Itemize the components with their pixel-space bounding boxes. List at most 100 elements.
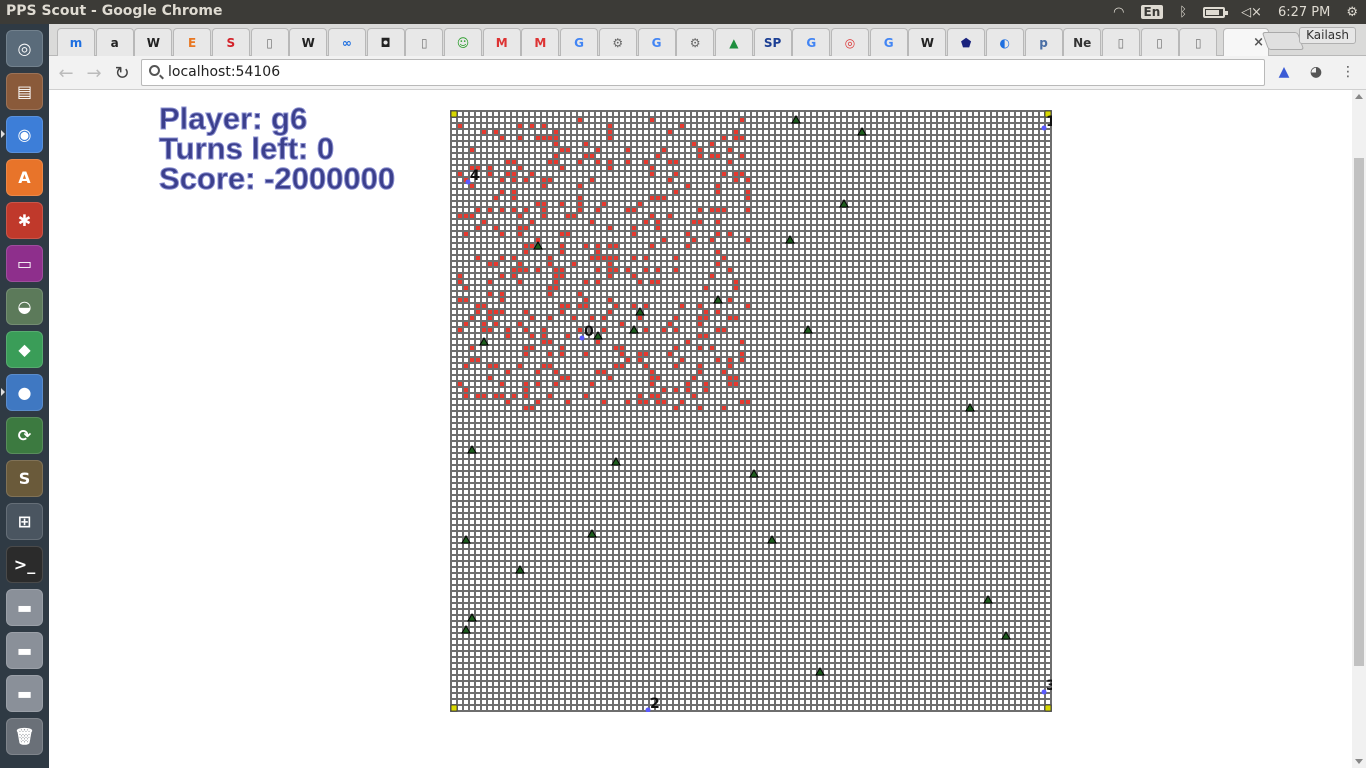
explored-cell	[644, 256, 648, 260]
explored-cell	[704, 286, 708, 290]
workspaces-icon[interactable]: ▭	[6, 245, 43, 282]
browser-tab[interactable]: Ne	[1063, 28, 1102, 56]
explored-cell	[458, 214, 462, 218]
explored-cell	[524, 226, 528, 230]
forward-arrow-icon[interactable]: →	[83, 62, 105, 84]
browser-tab[interactable]: p	[1024, 28, 1063, 56]
explored-cell	[542, 334, 546, 338]
explored-cell	[512, 190, 516, 194]
explored-cell	[740, 118, 744, 122]
chrome-icon[interactable]: ◉	[6, 116, 43, 153]
explored-cell	[488, 364, 492, 368]
browser-tab[interactable]: ▯	[1140, 28, 1179, 56]
volume-muted-icon[interactable]: ◁×	[1241, 5, 1262, 20]
profile-button[interactable]: Kailash	[1299, 27, 1356, 44]
drive-2-icon[interactable]: ▬	[6, 632, 43, 669]
browser-tab[interactable]: M	[482, 28, 521, 56]
explored-cell	[542, 124, 546, 128]
sublime-text-icon[interactable]: S	[6, 460, 43, 497]
browser-tab[interactable]: ▲	[714, 28, 753, 56]
browser-tab[interactable]: G	[869, 28, 908, 56]
drive-1-icon[interactable]: ▬	[6, 589, 43, 626]
browser-tab[interactable]: ⚙	[676, 28, 715, 56]
explored-cell	[548, 256, 552, 260]
browser-tab[interactable]: E	[173, 28, 212, 56]
bluetooth-icon[interactable]: ᛒ	[1179, 5, 1187, 20]
explored-cell	[686, 388, 690, 392]
files-icon[interactable]: ▤	[6, 73, 43, 110]
close-tab-icon[interactable]: ×	[1253, 35, 1264, 50]
chrome-menu-icon[interactable]: ⋮	[1339, 63, 1357, 81]
explored-cell	[584, 154, 588, 158]
explored-cell	[524, 178, 528, 182]
browser-tab[interactable]: G	[637, 28, 676, 56]
browser-tab[interactable]: a	[95, 28, 134, 56]
explored-cell	[704, 334, 708, 338]
terminal-icon[interactable]: >_	[6, 546, 43, 583]
address-bar[interactable]: localhost:54106	[141, 59, 1265, 86]
browser-tab[interactable]: M	[521, 28, 560, 56]
explored-cell	[680, 124, 684, 128]
explored-cell	[740, 136, 744, 140]
game-grid[interactable]: 0 1 2 3 4	[450, 110, 1052, 712]
browser-tab[interactable]: G	[560, 28, 599, 56]
extension-globe-icon[interactable]: ◕	[1307, 63, 1325, 81]
keyboard-layout-indicator[interactable]: En	[1140, 5, 1164, 19]
scroll-down-arrow-icon[interactable]	[1355, 759, 1363, 764]
browser-tab[interactable]: G	[792, 28, 831, 56]
explored-cell	[722, 256, 726, 260]
explored-cell	[482, 328, 486, 332]
explored-cell	[596, 280, 600, 284]
browser-tab[interactable]: ⬟	[947, 28, 986, 56]
browser-tab[interactable]: S	[211, 28, 250, 56]
explored-cell	[734, 286, 738, 290]
power-gear-icon[interactable]: ⚙	[1346, 5, 1358, 20]
browser-tab[interactable]: ☺	[444, 28, 482, 56]
browser-tab[interactable]: m	[57, 28, 95, 56]
dash-icon[interactable]: ◎	[6, 30, 43, 67]
browser-tab[interactable]: ▯	[1179, 28, 1218, 56]
explored-cell	[644, 220, 648, 224]
disk-usage-icon[interactable]: ◒	[6, 288, 43, 325]
drive-3-icon[interactable]: ▬	[6, 675, 43, 712]
battery-icon[interactable]	[1203, 6, 1229, 18]
back-arrow-icon[interactable]: ←	[55, 62, 77, 84]
explored-cell	[500, 136, 504, 140]
explored-cell	[578, 304, 582, 308]
vertical-scrollbar[interactable]	[1352, 90, 1366, 768]
updater-icon[interactable]: ⟳	[6, 417, 43, 454]
reload-icon[interactable]: ↻	[111, 62, 133, 84]
extension-cap-icon[interactable]: ▲	[1275, 63, 1293, 81]
browser-tab[interactable]: ⚙	[598, 28, 637, 56]
wifi-icon[interactable]: ◠	[1113, 5, 1124, 20]
browser-tab[interactable]: W	[134, 28, 173, 56]
trash-icon[interactable]: 🗑	[6, 718, 43, 755]
settings-icon[interactable]: ✱	[6, 202, 43, 239]
browser-tab[interactable]: W	[289, 28, 328, 56]
scrollbar-thumb[interactable]	[1354, 158, 1364, 666]
explored-cell	[554, 136, 558, 140]
browser-tab[interactable]: W	[908, 28, 947, 56]
explored-cell	[608, 160, 612, 164]
clock[interactable]: 6:27 PM	[1278, 5, 1330, 20]
explored-cell	[734, 178, 738, 182]
new-tab-button[interactable]	[1261, 32, 1305, 50]
browser-tab[interactable]: ▯	[1101, 28, 1140, 56]
browser-tab[interactable]: ∞	[327, 28, 366, 56]
browser-tab[interactable]: ◎	[831, 28, 869, 56]
browser-tab[interactable]: ◐	[985, 28, 1024, 56]
explored-cell	[656, 268, 660, 272]
workspace-switcher-icon[interactable]: ⊞	[6, 503, 43, 540]
browser-tab[interactable]: ▯	[250, 28, 289, 56]
scroll-up-arrow-icon[interactable]	[1355, 94, 1363, 99]
explored-cell	[632, 208, 636, 212]
browser-tab[interactable]: SP	[753, 28, 792, 56]
droplet-icon[interactable]: ●	[6, 374, 43, 411]
software-center-icon[interactable]: A	[6, 159, 43, 196]
explored-cell	[728, 376, 732, 380]
android-studio-icon[interactable]: ◆	[6, 331, 43, 368]
browser-tab[interactable]: ▯	[405, 28, 444, 56]
tab-strip: m a W E S ▯ W ∞ ◘ ▯ ☺ M M G ⚙ G ⚙ ▲ SP G ◎ G W ⬟ ◐ p Ne ▯ ▯ ▯ × Kaila…	[49, 24, 1366, 56]
explored-cell	[500, 256, 504, 260]
browser-tab[interactable]: ◘	[366, 28, 405, 56]
